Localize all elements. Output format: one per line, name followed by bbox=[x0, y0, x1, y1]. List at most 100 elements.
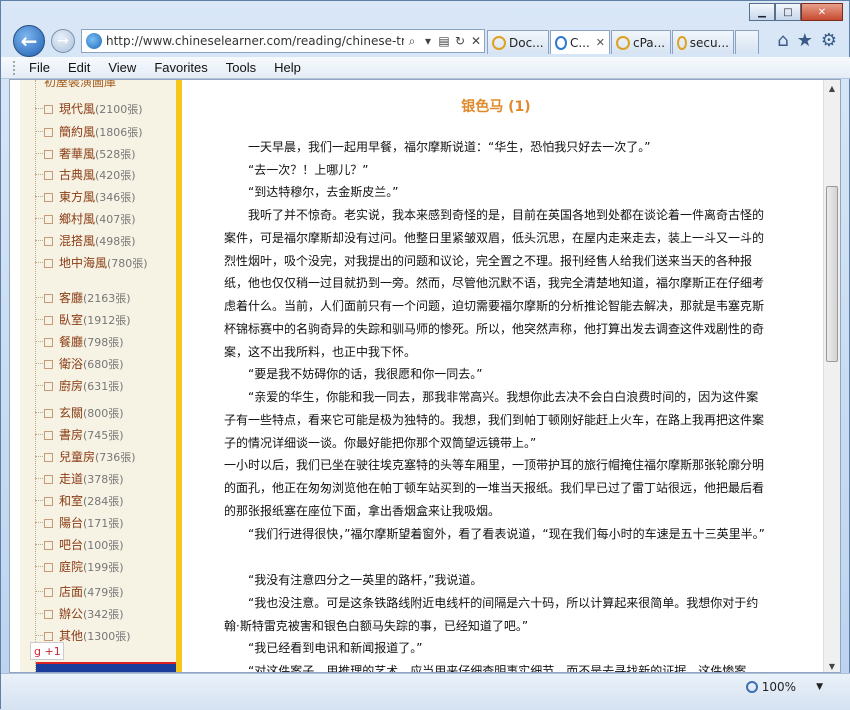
tree-branch bbox=[35, 566, 43, 567]
sidebar-item[interactable]: 兒童房(736張) bbox=[44, 448, 136, 465]
sidebar-item-label[interactable]: 客廳 bbox=[59, 291, 83, 305]
sidebar-item[interactable]: 書房(745張) bbox=[44, 426, 124, 443]
stop-icon[interactable]: ✕ bbox=[468, 34, 484, 48]
sidebar-item[interactable]: 餐廳(798張) bbox=[44, 333, 124, 350]
sidebar-item-label[interactable]: 鄉村風 bbox=[59, 212, 95, 226]
tab-label: C... bbox=[569, 35, 590, 50]
sidebar-item[interactable]: 庭院(199張) bbox=[44, 558, 124, 575]
sidebar-item[interactable]: 店面(479張) bbox=[44, 583, 124, 600]
back-button[interactable]: ← bbox=[13, 25, 45, 57]
sidebar-item-label[interactable]: 玄關 bbox=[59, 406, 83, 420]
tab-security[interactable]: secu... bbox=[672, 30, 734, 54]
sidebar-item-label[interactable]: 混搭風 bbox=[59, 234, 95, 248]
sidebar-item[interactable]: 陽台(171張) bbox=[44, 514, 124, 531]
vertical-scrollbar[interactable]: ▲ ▼ bbox=[823, 80, 840, 672]
sidebar-item-label[interactable]: 臥室 bbox=[59, 313, 83, 327]
sidebar-item-label[interactable]: 古典風 bbox=[59, 168, 95, 182]
sidebar-item-label[interactable]: 兒童房 bbox=[59, 450, 95, 464]
sidebar-item[interactable]: 簡約風(1806張) bbox=[44, 123, 143, 140]
minimize-button[interactable]: ▁ bbox=[749, 3, 775, 21]
sidebar-item-label[interactable]: 庭院 bbox=[59, 560, 83, 574]
sidebar-item-count: (342張) bbox=[83, 608, 124, 621]
sidebar-item[interactable]: 現代風(2100張) bbox=[44, 100, 143, 117]
compatibility-view-icon[interactable]: ▤ bbox=[436, 34, 452, 48]
scroll-up-icon[interactable]: ▲ bbox=[824, 80, 840, 96]
paragraph: 我听了并不惊奇。老实说，我本来感到奇怪的是，目前在英国各地到处都在谈论着一件离奇… bbox=[224, 208, 765, 359]
paragraph: “对这件案子，用推理的艺术，应当用来仔细查明事实细节，而不是去寻找新的证据。这件… bbox=[224, 664, 747, 673]
sidebar-item-label[interactable]: 書房 bbox=[59, 428, 83, 442]
tree-branch bbox=[35, 262, 43, 263]
refresh-icon[interactable]: ↻ bbox=[452, 34, 468, 48]
address-bar[interactable]: http://www.chineselearner.com/reading/ch… bbox=[81, 29, 485, 53]
sidebar-item[interactable]: 混搭風(498張) bbox=[44, 232, 136, 249]
sidebar-item-label[interactable]: 東方風 bbox=[59, 190, 95, 204]
site-tab-icon bbox=[555, 35, 567, 50]
sidebar-item[interactable]: 地中海風(780張) bbox=[44, 254, 148, 271]
sidebar-item[interactable]: 廚房(631張) bbox=[44, 377, 124, 394]
sidebar-item[interactable]: 玄關(800張) bbox=[44, 404, 124, 421]
home-icon[interactable]: ⌂ bbox=[777, 30, 788, 51]
sidebar-item-label[interactable]: 現代風 bbox=[59, 102, 95, 116]
sidebar-item-count: (171張) bbox=[83, 517, 124, 530]
favorites-star-icon[interactable]: ★ bbox=[797, 30, 813, 51]
sidebar-item-label[interactable]: 店面 bbox=[59, 585, 83, 599]
browser-window: ▁ □ ✕ ← → http://www.chineselearner.com/… bbox=[0, 0, 850, 710]
sidebar-item-label[interactable]: 簡約風 bbox=[59, 125, 95, 139]
tab-close-icon[interactable]: ✕ bbox=[596, 36, 605, 49]
sidebar-item-label[interactable]: 餐廳 bbox=[59, 335, 83, 349]
sidebar-item[interactable]: 和室(284張) bbox=[44, 492, 124, 509]
menu-favorites[interactable]: Favorites bbox=[154, 60, 207, 75]
new-tab-button[interactable] bbox=[735, 30, 759, 54]
zoom-dropdown-icon[interactable]: ▼ bbox=[816, 682, 823, 692]
sidebar-item-count: (736張) bbox=[95, 451, 136, 464]
tree-branch bbox=[35, 591, 43, 592]
sidebar-item[interactable]: 鄉村風(407張) bbox=[44, 210, 136, 227]
google-plus-button[interactable]: g +1 bbox=[30, 642, 64, 660]
sidebar-item-label[interactable]: 和室 bbox=[59, 494, 83, 508]
sidebar-item[interactable]: 辦公(342張) bbox=[44, 605, 124, 622]
ie-tab-icon bbox=[616, 35, 630, 50]
menu-edit[interactable]: Edit bbox=[68, 60, 90, 75]
tree-box-icon bbox=[44, 563, 53, 572]
address-dropdown-icon[interactable]: ▾ bbox=[420, 34, 436, 48]
address-url[interactable]: http://www.chineselearner.com/reading/ch… bbox=[106, 34, 404, 48]
tab-cpa[interactable]: cPa... bbox=[611, 30, 671, 54]
sidebar-item-label[interactable]: 吧台 bbox=[59, 538, 83, 552]
sidebar-item-label[interactable]: 辦公 bbox=[59, 607, 83, 621]
tab-current[interactable]: C... ✕ bbox=[550, 30, 610, 54]
zoom-control[interactable]: 100% ▼ bbox=[745, 680, 823, 694]
tab-doc[interactable]: Doc... bbox=[487, 30, 549, 54]
sidebar-item-label[interactable]: 地中海風 bbox=[59, 256, 107, 270]
sidebar-item-label[interactable]: 其他 bbox=[59, 629, 83, 643]
sidebar-item[interactable]: 走道(378張) bbox=[44, 470, 124, 487]
scroll-thumb[interactable] bbox=[826, 186, 838, 362]
sidebar-item[interactable]: 衛浴(680張) bbox=[44, 355, 124, 372]
scroll-down-icon[interactable]: ▼ bbox=[824, 658, 840, 672]
sidebar-item-label[interactable]: 廚房 bbox=[59, 379, 83, 393]
sidebar-item-label[interactable]: 陽台 bbox=[59, 516, 83, 530]
tree-branch bbox=[35, 478, 43, 479]
menu-file[interactable]: File bbox=[29, 60, 50, 75]
close-button[interactable]: ✕ bbox=[801, 3, 843, 21]
sidebar-item-label[interactable]: 走道 bbox=[59, 472, 83, 486]
page-content: 初屋裝潢圖庫 現代風(2100張) 簡約風(1806張) 奢華風(528張) 古典風(… bbox=[9, 79, 841, 673]
menu-help[interactable]: Help bbox=[274, 60, 301, 75]
sidebar-item[interactable]: 東方風(346張) bbox=[44, 188, 136, 205]
sidebar-item-label[interactable]: 衛浴 bbox=[59, 357, 83, 371]
tree-branch bbox=[35, 153, 43, 154]
sidebar-item[interactable]: 吧台(100張) bbox=[44, 536, 124, 553]
sidebar-banner[interactable] bbox=[36, 662, 176, 672]
sidebar-item-label[interactable]: 奢華風 bbox=[59, 147, 95, 161]
search-icon[interactable]: ⌕ bbox=[404, 34, 420, 49]
menu-tools[interactable]: Tools bbox=[226, 60, 256, 75]
forward-button[interactable]: → bbox=[51, 29, 75, 53]
menu-view[interactable]: View bbox=[108, 60, 136, 75]
maximize-button[interactable]: □ bbox=[775, 3, 801, 21]
tools-gear-icon[interactable]: ⚙ bbox=[821, 30, 837, 51]
sidebar-item[interactable]: 客廳(2163張) bbox=[44, 289, 131, 306]
sidebar-item[interactable]: 臥室(1912張) bbox=[44, 311, 131, 328]
sidebar-item[interactable]: 古典風(420張) bbox=[44, 166, 136, 183]
sidebar-item[interactable]: 奢華風(528張) bbox=[44, 145, 136, 162]
ie-tab-icon bbox=[677, 35, 687, 50]
ie-tab-icon bbox=[492, 35, 506, 50]
